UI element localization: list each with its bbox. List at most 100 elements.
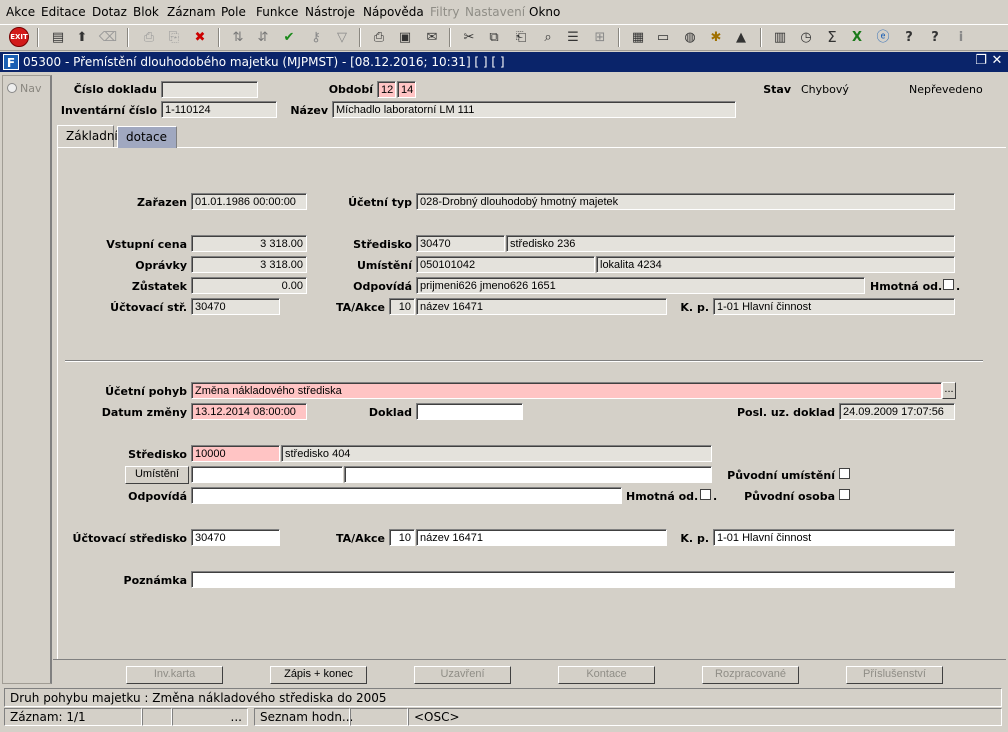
zarazen-field[interactable]: 01.01.1986 00:00:00 (191, 193, 307, 210)
cislo-dokladu-field[interactable] (161, 81, 258, 98)
stredisko-new-code-field[interactable]: 10000 (191, 445, 280, 462)
stredisko-code-field[interactable]: 30470 (416, 235, 505, 252)
ucetni-pohyb-label: Účetní pohyb (105, 385, 187, 398)
uzavreni-button[interactable]: Uzavření (414, 666, 511, 684)
menu-napoveda[interactable]: Nápověda (363, 5, 424, 19)
poznamka-field[interactable] (191, 571, 955, 588)
uctovaci-stredisko-label: Účtovací středisko (72, 532, 187, 545)
menu-dotaz[interactable]: Dotaz (92, 5, 127, 19)
ucetni-typ-field[interactable]: 028-Drobný dlouhodobý hmotný majetek (416, 193, 955, 210)
menu-funkce[interactable]: Funkce (256, 5, 298, 19)
odpovida-field[interactable]: prijmeni626 jmeno626 1651 (416, 277, 865, 294)
nazev-field[interactable]: Míchadlo laboratorní LM 111 (332, 101, 736, 118)
umisteni-new-code-field[interactable] (191, 466, 343, 483)
stredisko-name-field[interactable]: středisko 236 (506, 235, 955, 252)
hmotna-od-label: Hmotná od. (870, 280, 943, 293)
tab-dotace[interactable]: dotace (117, 126, 177, 148)
ta-akce-name-field[interactable]: název 16471 (416, 298, 667, 315)
context-help-icon[interactable]: ? (925, 27, 945, 47)
puvodni-osoba-label: Původní osoba (744, 490, 835, 503)
print-preview-icon[interactable]: ▣ (395, 27, 415, 47)
inventarni-cislo-field[interactable]: 1-110124 (161, 101, 277, 118)
settings-icon[interactable]: ✱ (706, 27, 726, 47)
puvodni-umisteni-checkbox[interactable] (839, 468, 850, 479)
neprevedeno-status: Nepřevedeno (909, 83, 983, 96)
menu-pole[interactable]: Pole (221, 5, 246, 19)
odpovida-new-label: Odpovídá (128, 490, 187, 503)
sort-asc-icon[interactable]: ⇅ (228, 27, 248, 47)
sum-icon[interactable]: Σ (822, 27, 842, 47)
menu-blok[interactable]: Blok (133, 5, 159, 19)
globe-icon[interactable]: ◍ (680, 27, 700, 47)
key-icon[interactable]: ⚷ (306, 27, 326, 47)
ta-akce-new-name-field[interactable]: název 16471 (416, 529, 667, 546)
odpovida-new-field[interactable] (191, 487, 622, 504)
vstupni-cena-field[interactable]: 3 318.00 (191, 235, 307, 252)
ta-akce-new-num-field[interactable]: 10 (389, 529, 415, 546)
umisteni-button[interactable]: Umístění (125, 466, 189, 484)
puvodni-osoba-checkbox[interactable] (839, 489, 850, 500)
check-icon[interactable]: ✔ (279, 27, 299, 47)
obdobi-month-field[interactable]: 12 (377, 81, 396, 98)
zapis-konec-button[interactable]: Zápis + konec (270, 666, 367, 684)
datum-zmeny-field[interactable]: 13.12.2014 08:00:00 (191, 403, 307, 420)
print-icon[interactable]: ⎙ (369, 27, 389, 47)
inv-karta-button[interactable]: Inv.karta (126, 666, 223, 684)
mail-icon[interactable]: ✉ (422, 27, 442, 47)
list-icon[interactable]: ☰ (563, 27, 583, 47)
query-execute-icon: ⎘ (168, 29, 180, 45)
posl-uz-doklad-field[interactable]: 24.09.2009 17:07:56 (839, 403, 955, 420)
kontace-button[interactable]: Kontace (558, 666, 655, 684)
menu-zaznam[interactable]: Záznam (167, 5, 216, 19)
find-icon[interactable]: ⌕ (538, 27, 558, 47)
ucetni-pohyb-field[interactable]: Změna nákladového střediska (191, 382, 942, 399)
umisteni-name-field[interactable]: lokalita 4234 (596, 256, 955, 273)
save-icon[interactable]: ▭ (653, 27, 673, 47)
opravky-field[interactable]: 3 318.00 (191, 256, 307, 273)
document-icon[interactable]: ▦ (628, 27, 648, 47)
close-icon[interactable]: ✕ (990, 53, 1004, 69)
kp-new-field[interactable]: 1-01 Hlavní činnost (713, 529, 955, 546)
obdobi-year-field[interactable]: 14 (397, 81, 416, 98)
insert-record-icon[interactable]: ▤ (48, 27, 68, 47)
copy-record-icon[interactable]: ⬆ (72, 27, 92, 47)
cut-icon[interactable]: ✂ (459, 27, 479, 47)
menu-nastroje[interactable]: Nástroje (305, 5, 355, 19)
report-icon[interactable]: ▥ (770, 27, 790, 47)
copy-icon[interactable]: ⧉ (484, 27, 504, 47)
filter-icon[interactable]: ▽ (332, 27, 352, 47)
kp-field[interactable]: 1-01 Hlavní činnost (713, 298, 955, 315)
umisteni-code-field[interactable]: 050101042 (416, 256, 595, 273)
ta-akce-num-field[interactable]: 10 (389, 298, 415, 315)
menu-okno[interactable]: Okno (529, 5, 560, 19)
delete-record-icon[interactable]: ✖ (190, 27, 210, 47)
menu-akce[interactable]: Akce (6, 5, 35, 19)
umisteni-new-name-field[interactable] (344, 466, 712, 483)
tab-zakladni[interactable]: Základní (57, 125, 118, 147)
web-icon[interactable]: ⓔ (873, 27, 893, 47)
hmotna-od-new-checkbox[interactable] (700, 489, 711, 500)
sort-desc-icon[interactable]: ⇵ (253, 27, 273, 47)
prislusenstvi-button[interactable]: Příslušenství (846, 666, 943, 684)
uctovaci-str-field[interactable]: 30470 (191, 298, 280, 315)
chart-icon[interactable]: ▲ (731, 27, 751, 47)
doklad-field[interactable] (416, 403, 523, 420)
exit-icon[interactable]: EXIT (9, 27, 29, 47)
paste-icon[interactable]: ⎗ (511, 27, 531, 47)
menu-editace[interactable]: Editace (41, 5, 86, 19)
stredisko-new-name-field[interactable]: středisko 404 (281, 445, 712, 462)
excel-icon[interactable]: X (847, 27, 867, 47)
zustatek-field[interactable]: 0.00 (191, 277, 307, 294)
help-icon[interactable]: ? (899, 27, 919, 47)
ucetni-pohyb-lov-button[interactable]: ... (942, 382, 956, 399)
uctovaci-stredisko-field[interactable]: 30470 (191, 529, 280, 546)
restore-icon[interactable]: ❐ (974, 53, 988, 69)
tree-icon[interactable]: ⊞ (590, 27, 610, 47)
toolbar-separator (127, 28, 129, 47)
info-icon[interactable]: i (951, 27, 971, 47)
cislo-dokladu-label: Číslo dokladu (73, 83, 157, 96)
rozpracovane-button[interactable]: Rozpracované (702, 666, 799, 684)
nav-radio[interactable] (7, 83, 17, 93)
calendar-icon[interactable]: ◷ (796, 27, 816, 47)
hmotna-od-checkbox[interactable] (943, 279, 954, 290)
